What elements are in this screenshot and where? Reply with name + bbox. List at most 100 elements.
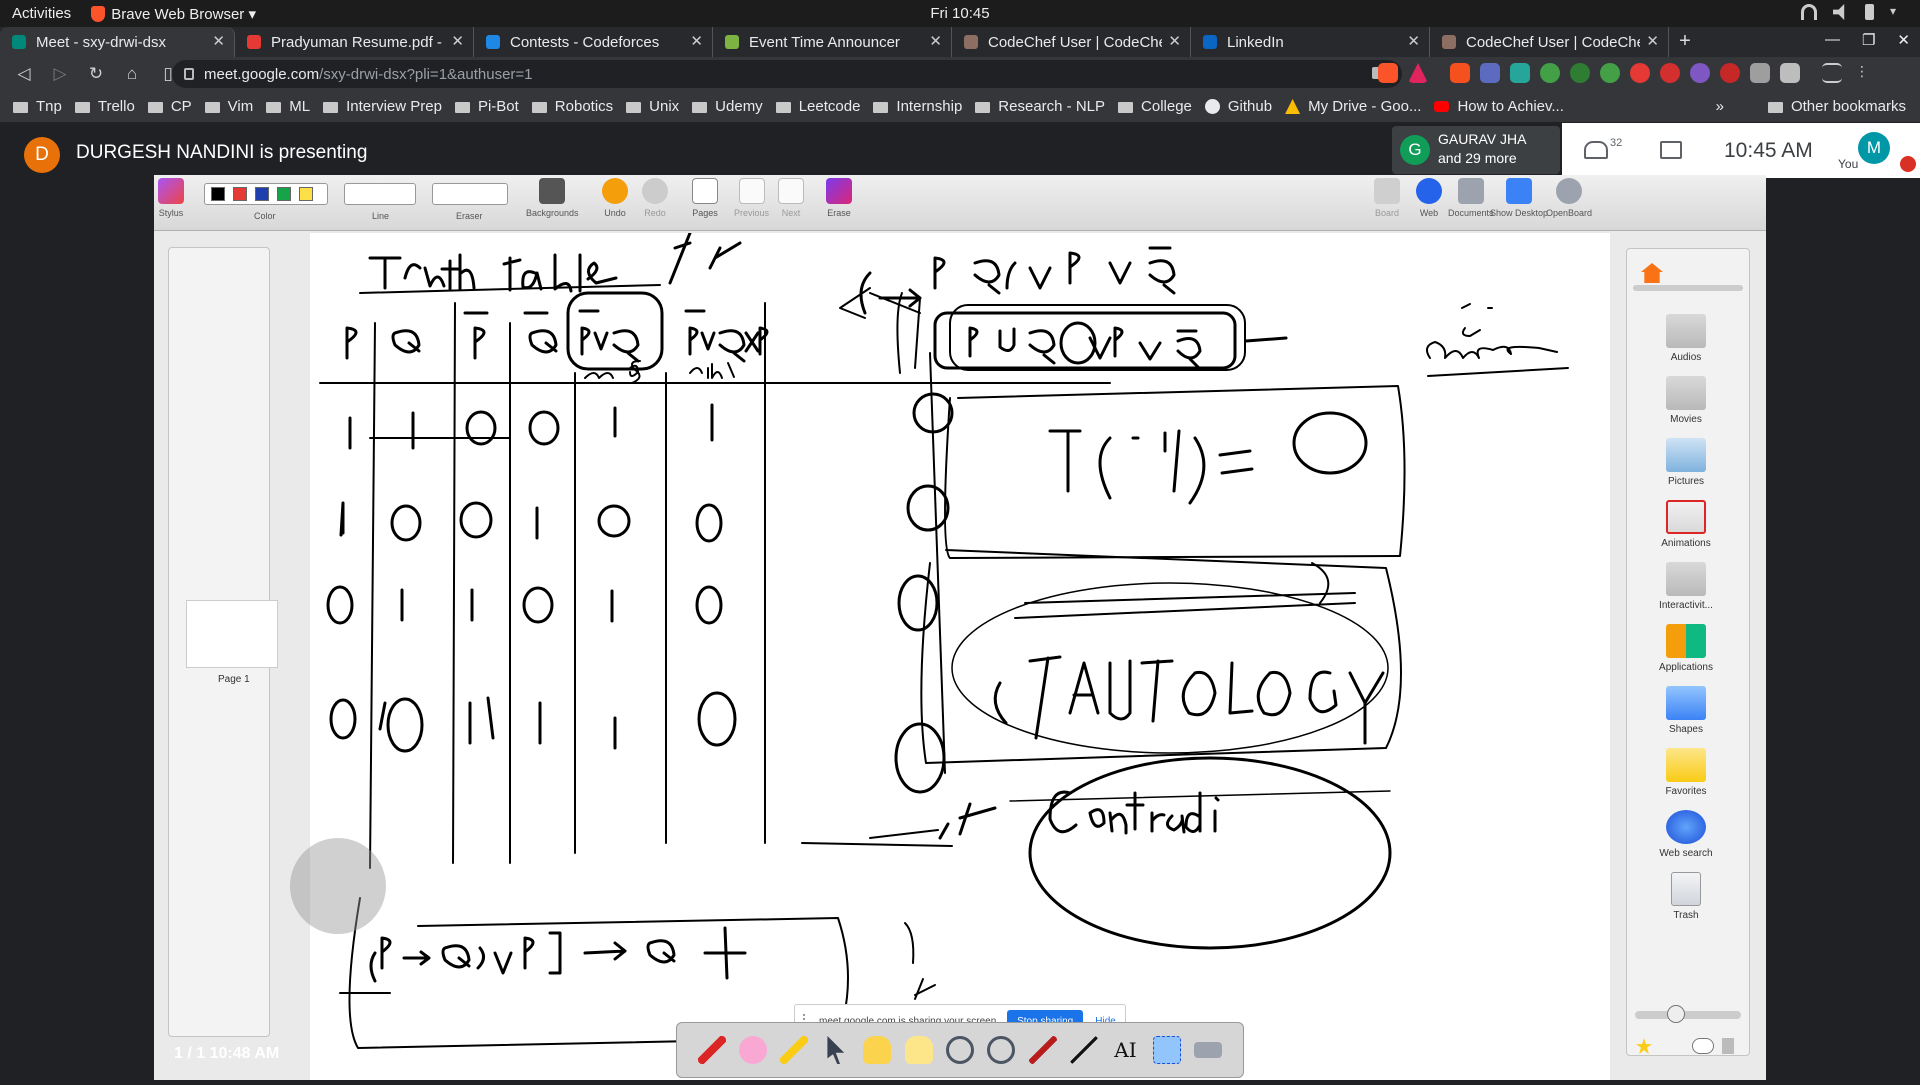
marker-icon[interactable]: [780, 1036, 809, 1064]
whiteboard-canvas[interactable]: [310, 231, 1610, 1080]
tab-codechef-1[interactable]: CodeChef User | CodeChef ✕: [952, 27, 1191, 57]
other-bookmarks-folder[interactable]: Other bookmarks: [1767, 98, 1906, 115]
erase-board-tool[interactable]: Erase: [826, 178, 852, 218]
library-web-search[interactable]: Web search: [1636, 810, 1736, 859]
library-view-toggle-icon[interactable]: [1692, 1038, 1714, 1054]
color-red[interactable]: [233, 187, 247, 201]
text-tool-icon[interactable]: AI: [1111, 1036, 1139, 1064]
backgrounds-tool[interactable]: Backgrounds: [526, 178, 579, 218]
documents-mode-tool[interactable]: Documents: [1448, 178, 1494, 218]
openboard-menu-tool[interactable]: OpenBoard: [1546, 178, 1592, 218]
calendar-extension-icon[interactable]: [1750, 63, 1770, 83]
bookmark-folder-tnp[interactable]: Tnp: [13, 98, 62, 115]
virtual-keyboard-icon[interactable]: [1194, 1042, 1223, 1058]
close-window-icon[interactable]: ✕: [1897, 31, 1910, 49]
eraser-size-picker[interactable]: [432, 183, 508, 205]
selector-arrow-icon[interactable]: [827, 1036, 845, 1064]
zoom-slider-knob[interactable]: [1667, 1005, 1685, 1023]
library-trash[interactable]: Trash: [1636, 872, 1736, 921]
extension-icon[interactable]: [1630, 63, 1650, 83]
extension-icon[interactable]: [1480, 63, 1500, 83]
extension-icon[interactable]: [1570, 63, 1590, 83]
close-tab-icon[interactable]: ✕: [212, 32, 225, 50]
zoom-slider-track[interactable]: [1635, 1011, 1741, 1019]
close-tab-icon[interactable]: ✕: [1646, 32, 1659, 50]
bookmark-folder-vim[interactable]: Vim: [204, 98, 253, 115]
tab-meet[interactable]: Meet - sxy-drwi-dsx ✕: [0, 27, 235, 57]
bookmark-how-to-achieve[interactable]: How to Achiev...: [1434, 98, 1564, 115]
previous-page-tool[interactable]: Previous: [734, 178, 769, 218]
bookmark-folder-internship[interactable]: Internship: [873, 98, 962, 115]
library-favorites[interactable]: Favorites: [1636, 748, 1736, 797]
page-thumbnail[interactable]: [186, 600, 278, 668]
extension-icon[interactable]: [1510, 63, 1530, 83]
web-mode-tool[interactable]: Web: [1416, 178, 1442, 218]
stylus-tool[interactable]: Stylus: [158, 178, 184, 218]
participant-tile[interactable]: G GAURAV JHA and 29 more: [1392, 126, 1560, 174]
capture-icon[interactable]: [1152, 1036, 1181, 1064]
bookmark-github[interactable]: Github: [1204, 98, 1272, 115]
next-page-tool[interactable]: Next: [778, 178, 804, 218]
home-icon[interactable]: [1641, 263, 1663, 283]
chat-icon[interactable]: [1660, 141, 1682, 159]
brave-rewards-icon[interactable]: [1408, 63, 1428, 83]
zoom-in-icon[interactable]: [945, 1036, 974, 1064]
library-shapes[interactable]: Shapes: [1636, 686, 1736, 735]
activities-button[interactable]: Activities: [12, 5, 71, 22]
library-scroll-track[interactable]: [1633, 285, 1743, 291]
color-black[interactable]: [211, 187, 225, 201]
extension-icon[interactable]: [1540, 63, 1560, 83]
pan-hand-icon[interactable]: [904, 1036, 933, 1064]
minimize-icon[interactable]: —: [1825, 31, 1840, 49]
tab-resume[interactable]: Pradyuman Resume.pdf - C ✕: [235, 27, 474, 57]
pages-tool[interactable]: Pages: [692, 178, 718, 218]
library-movies[interactable]: Movies: [1636, 376, 1736, 425]
color-picker[interactable]: [204, 183, 328, 205]
close-tab-icon[interactable]: ✕: [1168, 32, 1181, 50]
media-controls-icon[interactable]: [1822, 63, 1842, 83]
show-desktop-tool[interactable]: Show Desktop: [1490, 178, 1548, 218]
bookmark-folder-college[interactable]: College: [1118, 98, 1192, 115]
bookmarks-overflow-button[interactable]: »: [1716, 98, 1724, 115]
laser-pointer-icon[interactable]: [1028, 1036, 1057, 1064]
library-pictures[interactable]: Pictures: [1636, 438, 1736, 487]
bookmark-folder-ml[interactable]: ML: [266, 98, 310, 115]
undo-tool[interactable]: Undo: [602, 178, 628, 218]
system-clock[interactable]: Fri 10:45: [0, 5, 1920, 22]
close-tab-icon[interactable]: ✕: [690, 32, 703, 50]
extension-icon[interactable]: [1450, 63, 1470, 83]
maximize-icon[interactable]: ❐: [1862, 31, 1875, 49]
bookmark-folder-pi-bot[interactable]: Pi-Bot: [454, 98, 519, 115]
bookmark-folder-research-nlp[interactable]: Research - NLP: [975, 98, 1105, 115]
bookmark-folder-interview-prep[interactable]: Interview Prep: [323, 98, 442, 115]
bookmark-folder-udemy[interactable]: Udemy: [692, 98, 763, 115]
bookmark-folder-cp[interactable]: CP: [147, 98, 192, 115]
tab-linkedin[interactable]: LinkedIn ✕: [1191, 27, 1430, 57]
lock-icon[interactable]: [184, 68, 194, 80]
new-tab-button[interactable]: +: [1669, 27, 1701, 57]
app-menu[interactable]: Brave Web Browser ▾: [91, 5, 256, 23]
bookmark-folder-robotics[interactable]: Robotics: [531, 98, 613, 115]
tab-codeforces[interactable]: Contests - Codeforces ✕: [474, 27, 713, 57]
forward-icon[interactable]: ▷: [48, 62, 72, 86]
reload-icon[interactable]: ↻: [84, 62, 108, 86]
tab-codechef-2[interactable]: CodeChef User | CodeChef ✕: [1430, 27, 1669, 57]
color-yellow[interactable]: [299, 187, 313, 201]
extension-icon[interactable]: [1600, 63, 1620, 83]
redo-tool[interactable]: Redo: [642, 178, 668, 218]
address-bar[interactable]: meet.google.com /sxy-drwi-dsx?pli=1&auth…: [172, 60, 1402, 88]
tab-event-time[interactable]: Event Time Announcer ✕: [713, 27, 952, 57]
library-animations[interactable]: Animations: [1636, 500, 1736, 549]
bookmark-folder-leetcode[interactable]: Leetcode: [775, 98, 860, 115]
bookmark-folder-unix[interactable]: Unix: [626, 98, 679, 115]
brave-shields-icon[interactable]: [1378, 63, 1398, 83]
menu-icon[interactable]: ⋮: [1852, 63, 1872, 83]
people-icon[interactable]: [1584, 141, 1608, 159]
close-tab-icon[interactable]: ✕: [1407, 32, 1420, 50]
pen-icon[interactable]: [697, 1036, 726, 1064]
close-tab-icon[interactable]: ✕: [451, 32, 464, 50]
library-interactivities[interactable]: Interactivit...: [1636, 562, 1736, 611]
bookmark-my-drive[interactable]: My Drive - Goo...: [1285, 98, 1421, 115]
library-delete-icon[interactable]: [1722, 1038, 1734, 1054]
bookmark-folder-trello[interactable]: Trello: [74, 98, 135, 115]
